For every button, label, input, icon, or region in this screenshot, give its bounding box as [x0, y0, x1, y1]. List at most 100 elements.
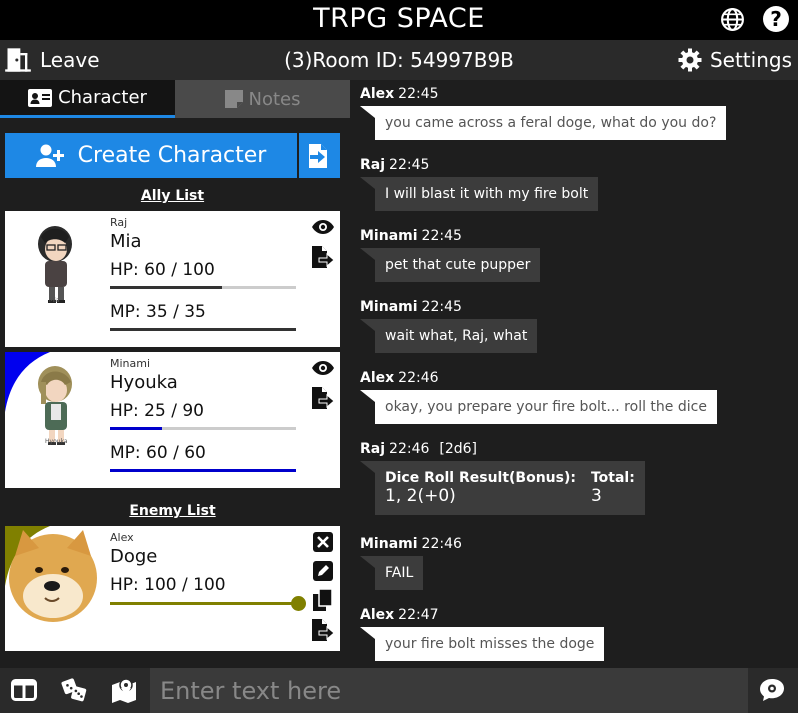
hp-bar-fill [110, 602, 298, 605]
mp-stat: MP: 35 / 35 [110, 302, 206, 322]
chat-message: Minami 22:45 wait what, Raj, what [359, 299, 538, 353]
tab-character-label: Character [58, 87, 147, 108]
mp-bar-fill [110, 469, 296, 472]
settings-button[interactable]: Settings [678, 44, 792, 76]
export-icon[interactable] [312, 387, 334, 409]
dice-result-value: 1, 2(+0) [385, 486, 456, 506]
dice-icon[interactable] [60, 676, 88, 704]
hp-stat: HP: 25 / 90 [110, 401, 204, 421]
dice-result-bubble: Dice Roll Result(Bonus): Total: 1, 2(+0)… [360, 461, 645, 515]
message-bubble: FAIL [359, 556, 424, 590]
character-owner: Raj [110, 216, 128, 229]
eye-icon[interactable] [312, 357, 334, 379]
message-user: Minami [360, 228, 418, 244]
chat-message: Raj 22:45 I will blast it with my fire bo… [359, 157, 599, 211]
mp-stat: MP: 60 / 60 [110, 443, 206, 463]
hp-label: HP [110, 260, 134, 280]
chat-message: Alex 22:46 okay, you prepare your fire bo… [360, 370, 717, 424]
message-user: Alex [360, 607, 395, 623]
ally-list-title: Ally List [140, 188, 205, 204]
hp-label: HP [110, 575, 134, 595]
close-icon[interactable] [312, 531, 334, 553]
app-window: TRPG SPACE ? Leave (3)Room ID: 54997B9B … [0, 0, 798, 713]
message-user: Minami [360, 536, 418, 552]
character-name: Mia [110, 231, 142, 252]
dice-result-header: Dice Roll Result(Bonus): [385, 470, 576, 486]
ally-card[interactable]: Hyouka Minami Hyouka HP: 25 / 90 MP: 60 … [5, 352, 340, 488]
hp-bar [110, 286, 296, 289]
message-time: 22:45 [421, 299, 462, 315]
message-header: Alex 22:47 [360, 607, 604, 623]
note-icon [224, 90, 243, 108]
message-time: 22:45 [421, 228, 462, 244]
mp-bar-fill [110, 328, 296, 331]
hp-value: : 60 / 100 [133, 260, 215, 280]
mp-value: : 60 / 60 [134, 443, 206, 463]
mp-value: : 35 / 35 [134, 302, 206, 322]
help-icon[interactable]: ? [763, 6, 789, 32]
settings-label: Settings [709, 48, 792, 72]
character-panel: Character Notes Create Character Ally Li… [0, 80, 350, 668]
hp-value: : 100 / 100 [133, 575, 226, 595]
dice-total-header: Total: [590, 470, 635, 486]
app-title: TRPG SPACE [313, 3, 485, 34]
chat-message: Alex 22:45 you came across a feral doge, … [359, 86, 727, 140]
eye-icon[interactable] [312, 216, 334, 238]
message-header: Raj 22:45 [360, 157, 598, 173]
tab-character[interactable]: Character [0, 80, 175, 118]
character-portrait [9, 530, 97, 622]
message-header: Alex 22:45 [360, 86, 726, 102]
portrait-caption: Hyouka [45, 438, 68, 445]
export-icon[interactable] [312, 246, 334, 268]
message-time: 22:46 [398, 370, 439, 386]
message-user: Alex [360, 370, 395, 386]
dice-notation: [2d6] [439, 441, 478, 457]
message-time: 22:45 [398, 86, 439, 102]
hp-slider-handle[interactable] [291, 596, 306, 611]
message-header: Raj 22:46 [2d6] [360, 441, 645, 457]
message-user: Alex [360, 86, 395, 102]
chat-message: Raj 22:46 [2d6] Dice Roll Result(Bonus): T… [360, 441, 645, 515]
character-name: Hyouka [110, 372, 178, 393]
message-user: Raj [360, 157, 386, 173]
message-time: 22:45 [389, 157, 430, 173]
hp-value: : 25 / 90 [133, 401, 204, 421]
hp-bar [110, 427, 296, 430]
id-card-icon [28, 88, 53, 107]
message-bubble: your fire bolt misses the doge [359, 627, 605, 661]
gear-icon [678, 48, 702, 72]
copy-icon[interactable] [312, 589, 334, 611]
message-header: Alex 22:46 [360, 370, 717, 386]
message-bubble: wait what, Raj, what [359, 319, 538, 353]
layout-icon[interactable] [10, 676, 38, 704]
add-user-icon [35, 144, 64, 167]
chat-input[interactable] [150, 668, 748, 713]
chat-message: Alex 22:47 your fire bolt misses the doge [359, 607, 605, 661]
hp-label: HP [110, 401, 134, 421]
ally-card[interactable]: Mia Raj Mia HP: 60 / 100 MP: 35 / 35 [5, 211, 340, 347]
character-portrait [5, 211, 72, 303]
enemy-card[interactable]: Alex Doge HP: 100 / 100 [5, 526, 340, 651]
import-character-button[interactable] [299, 133, 340, 178]
tab-notes[interactable]: Notes [175, 80, 350, 118]
import-icon [308, 143, 327, 168]
message-bubble: pet that cute pupper [359, 248, 541, 282]
map-icon[interactable] [112, 676, 140, 704]
character-owner: Minami [110, 357, 151, 370]
mp-label: MP [110, 443, 135, 463]
bottom-bar [0, 668, 798, 713]
dice-total-value: 3 [590, 486, 602, 506]
mp-label: MP [110, 302, 135, 322]
pencil-icon[interactable] [312, 560, 334, 582]
export-icon[interactable] [312, 619, 334, 641]
chat-icon[interactable] [758, 676, 786, 704]
message-bubble: I will blast it with my fire bolt [359, 177, 599, 211]
hp-stat: HP: 100 / 100 [110, 575, 226, 595]
globe-icon[interactable] [720, 7, 745, 32]
message-time: 22:47 [398, 607, 439, 623]
create-character-button[interactable]: Create Character [5, 133, 297, 178]
panel-tabs: Character Notes [0, 80, 350, 118]
hp-bar [110, 602, 298, 605]
chat-log[interactable]: Alex 22:45 you came across a feral doge, … [350, 80, 798, 668]
message-header: Minami 22:46 [360, 536, 462, 552]
